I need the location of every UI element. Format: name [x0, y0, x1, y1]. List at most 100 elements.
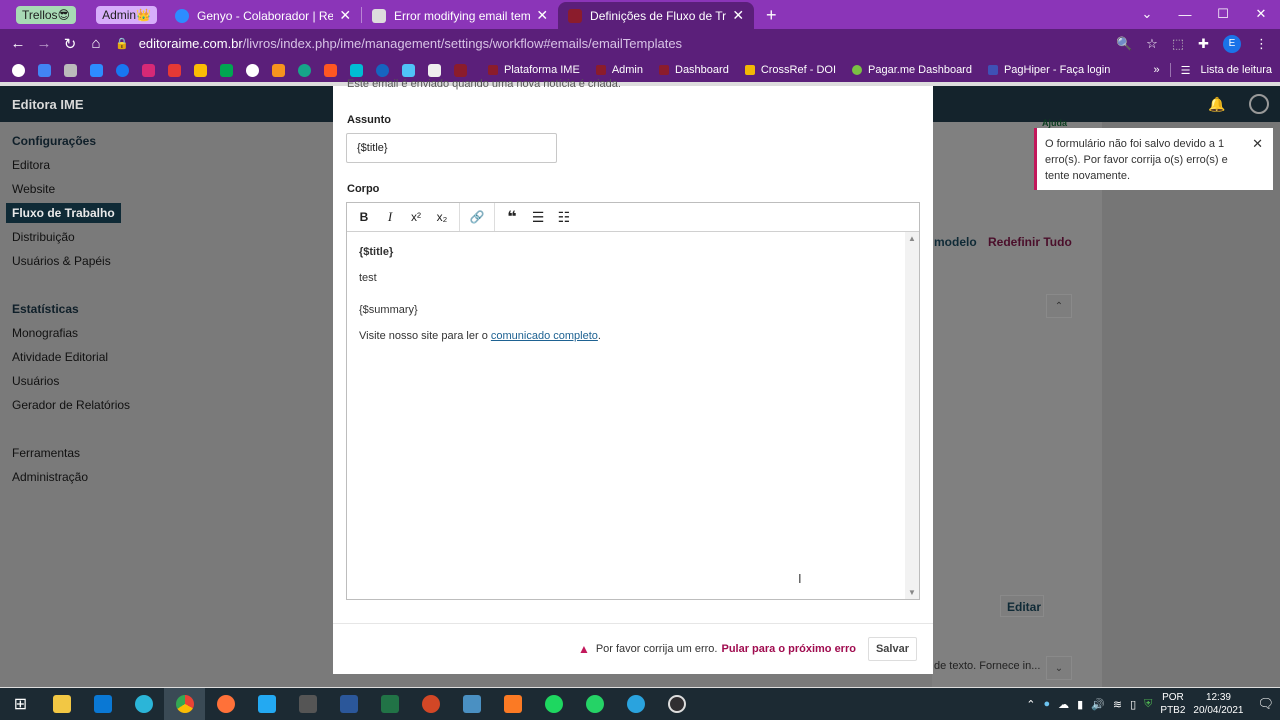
minimize-icon[interactable]: — [1166, 0, 1204, 28]
reading-list-icon[interactable]: ☰ [1181, 64, 1191, 77]
bookmark-icon[interactable] [350, 63, 363, 77]
tab-error-modifying[interactable]: Error modifying email template - ✕ [362, 2, 558, 29]
bold-icon[interactable]: B [351, 206, 377, 228]
collapse-chevron-up-icon[interactable]: ⌃ [1046, 294, 1072, 318]
reading-list-label[interactable]: Lista de leitura [1200, 64, 1272, 76]
notifications-icon[interactable]: 🗨 [1257, 696, 1274, 712]
menu-kebab-icon[interactable]: ⋮ [1255, 36, 1268, 52]
extension-icon[interactable]: ⬚ [1172, 36, 1184, 52]
bookmark-icon[interactable] [376, 63, 389, 77]
taskbar-vscode[interactable] [246, 688, 287, 720]
bookmark-icon[interactable] [324, 63, 337, 77]
full-announcement-link[interactable]: comunicado completo [491, 330, 598, 342]
taskbar-chrome[interactable] [164, 688, 205, 720]
taskbar-explorer[interactable] [41, 688, 82, 720]
start-button[interactable]: ⊞ [0, 688, 41, 720]
taskbar-telegram[interactable] [615, 688, 656, 720]
new-tab-icon[interactable]: + [766, 5, 777, 26]
sidebar-item-fluxo-de-trabalho[interactable]: Fluxo de Trabalho [6, 203, 121, 223]
sidebar-item-distribuicao[interactable]: Distribuição [12, 230, 75, 244]
chevron-double-right-icon[interactable]: » [1153, 64, 1159, 76]
bookmark-pagarme[interactable]: Pagar.me Dashboard [852, 64, 972, 76]
user-icon[interactable] [1249, 94, 1269, 114]
bell-icon[interactable]: 🔔 [1208, 96, 1225, 113]
chevron-up-icon[interactable]: ⌃ [1026, 698, 1035, 711]
bookmark-icon[interactable] [402, 63, 415, 77]
maximize-icon[interactable]: ☐ [1204, 0, 1242, 28]
editor-scrollbar[interactable]: ▲ ▼ [905, 232, 919, 599]
shield-icon[interactable]: ⛨ [1144, 698, 1152, 711]
close-tab-icon[interactable]: ✕ [732, 7, 744, 24]
google-bookmark-icon[interactable] [12, 63, 25, 77]
bookmark-icon[interactable] [64, 63, 77, 77]
telegram-tray-icon[interactable]: ● [1043, 698, 1050, 710]
language-indicator[interactable]: POR PTB2 [1160, 691, 1185, 717]
wifi-icon[interactable]: ≋ [1113, 698, 1122, 711]
cloud-icon[interactable]: ☁ [1058, 698, 1069, 711]
bookmark-icon[interactable] [194, 63, 207, 77]
taskbar-powerpoint[interactable] [410, 688, 451, 720]
numbered-list-icon[interactable]: ☷ [551, 206, 577, 228]
profile-avatar[interactable]: E [1223, 34, 1241, 53]
tab-group-trellos[interactable]: Trellos😎 [16, 6, 77, 24]
system-clock[interactable]: 12:39 20/04/2021 [1193, 691, 1243, 717]
close-window-icon[interactable]: ✕ [1242, 0, 1280, 28]
translate-bookmark-icon[interactable] [38, 63, 51, 77]
battery-icon[interactable]: ▯ [1130, 698, 1136, 711]
taskbar-spotify[interactable] [533, 688, 574, 720]
tab-group-admin[interactable]: Admin👑 [96, 6, 158, 24]
taskbar-obs[interactable] [656, 688, 697, 720]
bookmark-dashboard[interactable]: Dashboard [659, 64, 729, 76]
bookmark-paghiper[interactable]: PagHiper - Faça login [987, 64, 1110, 76]
taskbar-mail[interactable] [82, 688, 123, 720]
bookmark-icon[interactable] [454, 63, 467, 77]
facebook-icon[interactable] [116, 63, 129, 77]
model-button[interactable]: modelo [934, 235, 977, 249]
sidebar-item-monografias[interactable]: Monografias [12, 326, 78, 340]
tab-genyo[interactable]: Genyo - Colaborador | Registro d ✕ [165, 2, 361, 29]
blockquote-icon[interactable]: ❝ [499, 206, 525, 228]
sidebar-item-ferramentas[interactable]: Ferramentas [12, 446, 80, 460]
forward-icon[interactable]: → [31, 35, 57, 52]
scroll-up-icon[interactable]: ▲ [908, 234, 916, 243]
instagram-icon[interactable] [142, 63, 155, 77]
reset-all-button[interactable]: Redefinir Tudo [988, 235, 1072, 249]
bookmark-icon[interactable] [90, 63, 103, 77]
help-link[interactable]: Ajuda [1042, 118, 1067, 128]
bookmark-icon[interactable] [220, 63, 233, 77]
usb-icon[interactable]: ▮ [1077, 698, 1083, 711]
sidebar-item-atividade-editorial[interactable]: Atividade Editorial [12, 350, 108, 364]
taskbar-whatsapp[interactable] [574, 688, 615, 720]
taskbar-word[interactable] [328, 688, 369, 720]
edit-button[interactable]: Editar [1000, 595, 1044, 617]
next-error-link[interactable]: Pular para o próximo erro [721, 643, 855, 655]
zoom-icon[interactable]: 🔍 [1116, 36, 1132, 52]
sidebar-item-usuarios-papeis[interactable]: Usuários & Papéis [12, 254, 111, 268]
close-tab-icon[interactable]: ✕ [536, 7, 548, 24]
bookmark-plataforma-ime[interactable]: Plataforma IME [488, 64, 580, 76]
save-button[interactable]: Salvar [867, 637, 917, 661]
subject-input[interactable]: {$title} [346, 133, 557, 163]
github-icon[interactable] [246, 63, 259, 77]
taskbar-firefox[interactable] [205, 688, 246, 720]
editor-content[interactable]: {$title} test {$summary} Visite nosso si… [347, 232, 905, 599]
subscript-icon[interactable]: x₂ [429, 206, 455, 228]
taskbar-excel[interactable] [369, 688, 410, 720]
bookmark-crossref[interactable]: CrossRef - DOI [744, 64, 836, 76]
brand-title[interactable]: Editora IME [12, 97, 84, 112]
bookmark-icon[interactable] [428, 63, 441, 77]
bookmark-icon[interactable] [272, 63, 285, 77]
volume-icon[interactable]: 🔊 [1091, 698, 1105, 711]
sidebar-item-usuarios[interactable]: Usuários [12, 374, 59, 388]
bookmark-star-icon[interactable]: ☆ [1146, 36, 1158, 52]
address-bar[interactable]: 🔒 editoraime.com.br /livros/index.php/im… [115, 36, 1116, 51]
puzzle-extensions-icon[interactable]: ✚ [1198, 36, 1209, 52]
link-icon[interactable]: 🔗 [464, 206, 490, 228]
taskbar-app[interactable] [451, 688, 492, 720]
sidebar-item-website[interactable]: Website [12, 182, 55, 196]
tab-definicoes[interactable]: Definições de Fluxo de Trabalho ✕ [558, 2, 755, 29]
italic-icon[interactable]: I [377, 206, 403, 228]
close-icon[interactable]: ✕ [1252, 136, 1263, 152]
taskbar-terminal[interactable] [287, 688, 328, 720]
bookmark-admin[interactable]: Admin [595, 64, 643, 76]
